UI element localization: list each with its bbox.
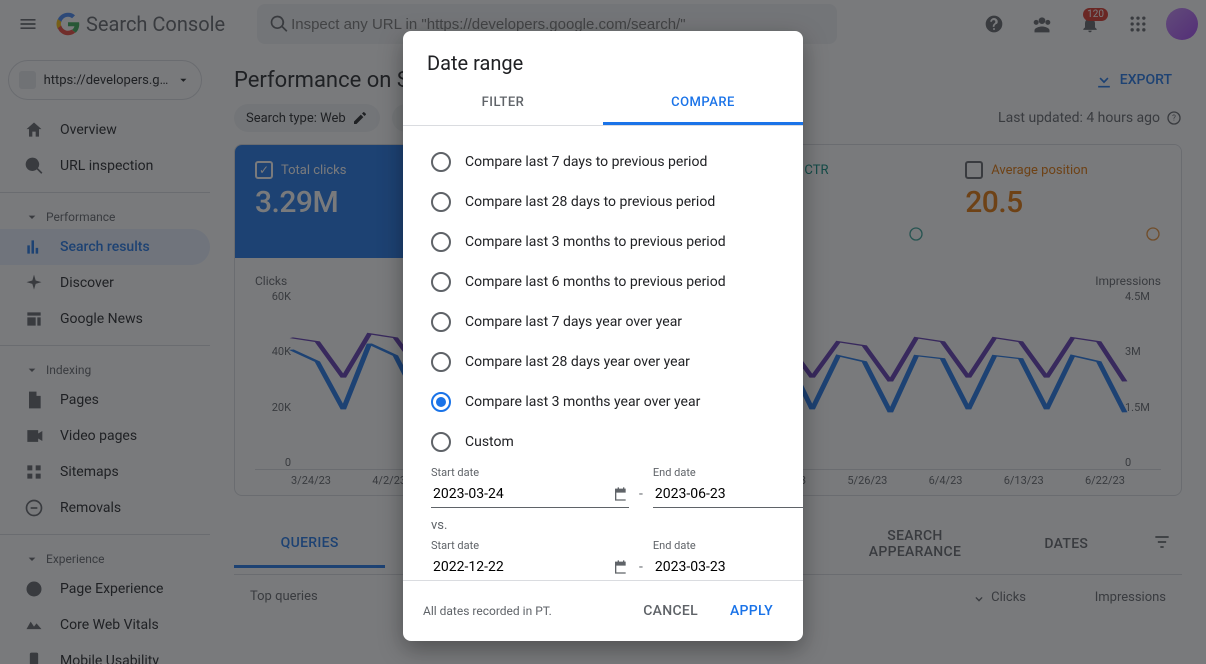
radio-icon: [431, 272, 451, 292]
radio-icon: [431, 432, 451, 452]
compare-option[interactable]: Compare last 3 months year over year: [427, 382, 779, 422]
modal-tab-compare[interactable]: COMPARE: [603, 83, 803, 125]
end-date-a-input[interactable]: [653, 485, 803, 503]
compare-option-label: Compare last 7 days to previous period: [465, 154, 707, 170]
end-date-b-input[interactable]: [653, 558, 803, 576]
compare-option[interactable]: Compare last 28 days year over year: [427, 342, 779, 382]
calendar-icon[interactable]: [613, 559, 629, 575]
modal-body: Compare last 7 days to previous period Co…: [403, 126, 803, 580]
compare-option-label: Compare last 6 months to previous period: [465, 274, 726, 290]
start-date-a-input[interactable]: [431, 485, 613, 503]
modal-title: Date range: [403, 31, 803, 83]
radio-icon: [431, 392, 451, 412]
date-range-modal: Date range FILTER COMPARE Compare last 7…: [403, 31, 803, 641]
start-date-label: Start date: [431, 539, 629, 552]
compare-option-label: Compare last 3 months to previous period: [465, 234, 726, 250]
compare-option[interactable]: Custom: [427, 422, 779, 462]
date-range-b: Start date - End date: [431, 539, 775, 580]
range-separator: -: [639, 486, 643, 508]
compare-option-label: Compare last 28 days year over year: [465, 354, 690, 370]
compare-option[interactable]: Compare last 7 days year over year: [427, 302, 779, 342]
compare-option[interactable]: Compare last 7 days to previous period: [427, 142, 779, 182]
modal-tabs: FILTER COMPARE: [403, 83, 803, 126]
compare-option[interactable]: Compare last 6 months to previous period: [427, 262, 779, 302]
date-range-a: Start date - End date: [431, 466, 775, 508]
apply-button[interactable]: APPLY: [720, 595, 783, 627]
vs-label: vs.: [431, 518, 775, 533]
compare-option[interactable]: Compare last 28 days to previous period: [427, 182, 779, 222]
start-date-b-input[interactable]: [431, 558, 613, 576]
radio-icon: [431, 312, 451, 332]
compare-option-label: Compare last 7 days year over year: [465, 314, 682, 330]
radio-icon: [431, 232, 451, 252]
compare-option[interactable]: Compare last 3 months to previous period: [427, 222, 779, 262]
compare-option-label: Custom: [465, 434, 514, 450]
modal-footer: All dates recorded in PT. CANCEL APPLY: [403, 580, 803, 641]
end-date-label: End date: [653, 539, 803, 552]
compare-option-label: Compare last 3 months year over year: [465, 394, 700, 410]
start-date-label: Start date: [431, 466, 629, 479]
modal-tab-filter[interactable]: FILTER: [403, 83, 603, 125]
cancel-button[interactable]: CANCEL: [633, 595, 708, 627]
range-separator: -: [639, 559, 643, 580]
end-date-label: End date: [653, 466, 803, 479]
calendar-icon[interactable]: [613, 486, 629, 502]
radio-icon: [431, 352, 451, 372]
radio-icon: [431, 192, 451, 212]
timezone-note: All dates recorded in PT.: [423, 604, 552, 618]
radio-icon: [431, 152, 451, 172]
compare-option-label: Compare last 28 days to previous period: [465, 194, 715, 210]
